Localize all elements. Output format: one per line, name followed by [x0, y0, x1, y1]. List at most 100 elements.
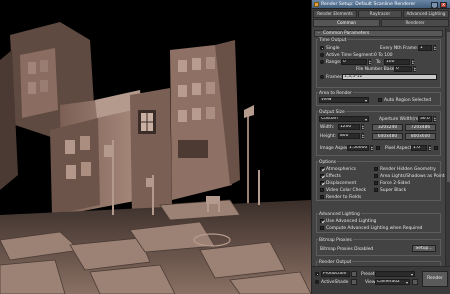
render-button[interactable]: Render [422, 271, 448, 287]
range-from-spinner[interactable] [368, 59, 371, 65]
force-2-sided-label: Force 2-Sided [380, 181, 410, 186]
every-nth-frame-spinner[interactable] [433, 45, 436, 51]
activeshade-radio[interactable] [315, 280, 319, 284]
area-lights-shadows-checkbox[interactable] [374, 174, 378, 178]
options-label: Options [318, 160, 337, 165]
aperture-width-input[interactable]: 36.0 [418, 116, 432, 122]
width-spinner[interactable] [361, 124, 364, 130]
compute-advanced-lighting-checkbox[interactable] [320, 226, 324, 230]
bitmap-proxies-setup-button[interactable]: Setup... [412, 245, 436, 252]
super-black-checkbox[interactable] [374, 188, 378, 192]
render-output-label: Render Output [318, 260, 353, 265]
preset-640x480-button[interactable]: 640x480 [372, 133, 403, 140]
pixel-aspect-spinner[interactable] [428, 145, 431, 151]
range-to-label: To [376, 60, 381, 65]
single-label: Single [326, 46, 340, 51]
view-dropdown[interactable]: Camera02 [375, 279, 410, 285]
file-number-base-spinner[interactable] [413, 66, 416, 72]
width-label: Width: [320, 125, 335, 130]
file-number-base-input[interactable]: 0 [394, 66, 412, 72]
height-input[interactable]: 800 [338, 133, 360, 139]
active-time-segment-radio[interactable] [320, 53, 324, 57]
area-to-render-label: Area to Render [318, 91, 353, 96]
preset-720x486-button[interactable]: 720x486 [405, 124, 436, 131]
range-from-input[interactable]: 0 [341, 59, 367, 65]
output-size-label: Output Size [318, 110, 346, 115]
image-aspect-spinner[interactable] [370, 145, 373, 151]
minimize-button[interactable]: _ [431, 1, 438, 8]
range-to-spinner[interactable] [411, 59, 414, 65]
active-time-segment-label: Active Time Segment: [326, 53, 375, 58]
pixel-aspect-input[interactable]: 1.0 [411, 145, 427, 151]
pixel-aspect-lock-icon[interactable] [434, 146, 438, 150]
height-label: Height: [320, 134, 336, 139]
preset-320x240-button[interactable]: 320x240 [372, 124, 403, 131]
image-aspect-input[interactable]: 1.50000 [347, 145, 369, 151]
every-nth-frame-input[interactable]: 1 [418, 45, 432, 51]
tab-row-top: Render Elements Raytracer Advanced Light… [312, 10, 450, 18]
range-to-input[interactable]: 100 [384, 59, 410, 65]
tab-renderer[interactable]: Renderer [381, 19, 449, 27]
atmospherics-checkbox[interactable] [320, 167, 324, 171]
activeshade-label: ActiveShade [321, 280, 349, 285]
file-number-base-label: File Number Base: [356, 67, 396, 72]
chevron-down-icon [411, 273, 413, 276]
common-parameters-rollout[interactable]: - Common Parameters [314, 30, 443, 37]
area-lights-shadows-label: Area Lights/Shadows as Points [380, 174, 447, 179]
preset-800x600-button[interactable]: 800x600 [405, 133, 436, 140]
chevron-down-icon [365, 99, 367, 102]
video-color-check-checkbox[interactable] [320, 188, 324, 192]
activeshade-mode-icon[interactable] [351, 279, 357, 285]
window-title: Render Setup: Default Scanline Renderer [321, 2, 416, 7]
tab-render-elements[interactable]: Render Elements [313, 10, 357, 18]
panel-scrollbar[interactable] [445, 28, 450, 266]
every-nth-frame-label: Every Nth Frame: [380, 46, 419, 51]
production-mode-icon[interactable] [351, 271, 357, 277]
range-radio[interactable] [320, 60, 324, 64]
height-spinner[interactable] [361, 133, 364, 139]
bitmap-proxies-status: Bitmap Proxies Disabled [320, 247, 374, 252]
advanced-lighting-label: Advanced Lighting [318, 212, 361, 217]
tab-raytracer[interactable]: Raytracer [358, 10, 402, 18]
production-radio[interactable] [315, 272, 319, 276]
super-black-label: Super Black [380, 188, 407, 193]
frames-input[interactable]: 1,3,5-12 [342, 74, 437, 80]
force-2-sided-checkbox[interactable] [374, 181, 378, 185]
app-icon [314, 2, 319, 7]
render-to-fields-checkbox[interactable] [320, 195, 324, 199]
preset-label: Preset: [361, 272, 377, 277]
atmospherics-label: Atmospherics [326, 167, 356, 172]
close-button[interactable]: x [440, 1, 447, 8]
rollout-title: Common Parameters [323, 31, 370, 36]
displacement-label: Displacement [326, 181, 357, 186]
single-radio[interactable] [320, 46, 324, 50]
effects-checkbox[interactable] [320, 174, 324, 178]
compute-advanced-lighting-label: Compute Advanced Lighting when Required [326, 226, 423, 231]
tab-row-bottom: Common Renderer [312, 19, 450, 27]
pixel-aspect-label: Pixel Aspect: [385, 146, 413, 151]
production-dropdown[interactable]: Production [321, 271, 350, 277]
preset-dropdown[interactable] [375, 271, 415, 277]
render-to-fields-label: Render to Fields [326, 195, 362, 200]
time-output-label: Time Output [318, 38, 348, 43]
output-size-preset-value: Custom [321, 116, 338, 121]
frames-radio[interactable] [320, 75, 324, 79]
use-advanced-lighting-checkbox[interactable] [320, 219, 324, 223]
lock-view-icon[interactable] [412, 279, 418, 285]
tab-advanced-lighting[interactable]: Advanced Lighting [403, 10, 449, 18]
title-bar[interactable]: Render Setup: Default Scanline Renderer … [312, 0, 450, 9]
active-time-segment-value: 0 To 100 [374, 53, 393, 58]
render-setup-dialog: Render Setup: Default Scanline Renderer … [311, 0, 450, 294]
width-input[interactable]: 1200 [338, 124, 360, 130]
displacement-checkbox[interactable] [320, 181, 324, 185]
aperture-width-spinner[interactable] [433, 116, 436, 122]
tab-common[interactable]: Common [313, 19, 380, 27]
range-label: Range: [326, 60, 342, 65]
area-to-render-dropdown[interactable]: View [319, 97, 369, 103]
view-value: Camera02 [377, 279, 400, 284]
render-hidden-geometry-checkbox[interactable] [374, 167, 378, 171]
output-size-preset-dropdown[interactable]: Custom [319, 116, 369, 122]
image-aspect-lock-icon[interactable] [376, 146, 380, 150]
auto-region-selected-checkbox[interactable] [378, 98, 382, 102]
auto-region-selected-label: Auto Region Selected [384, 98, 432, 103]
